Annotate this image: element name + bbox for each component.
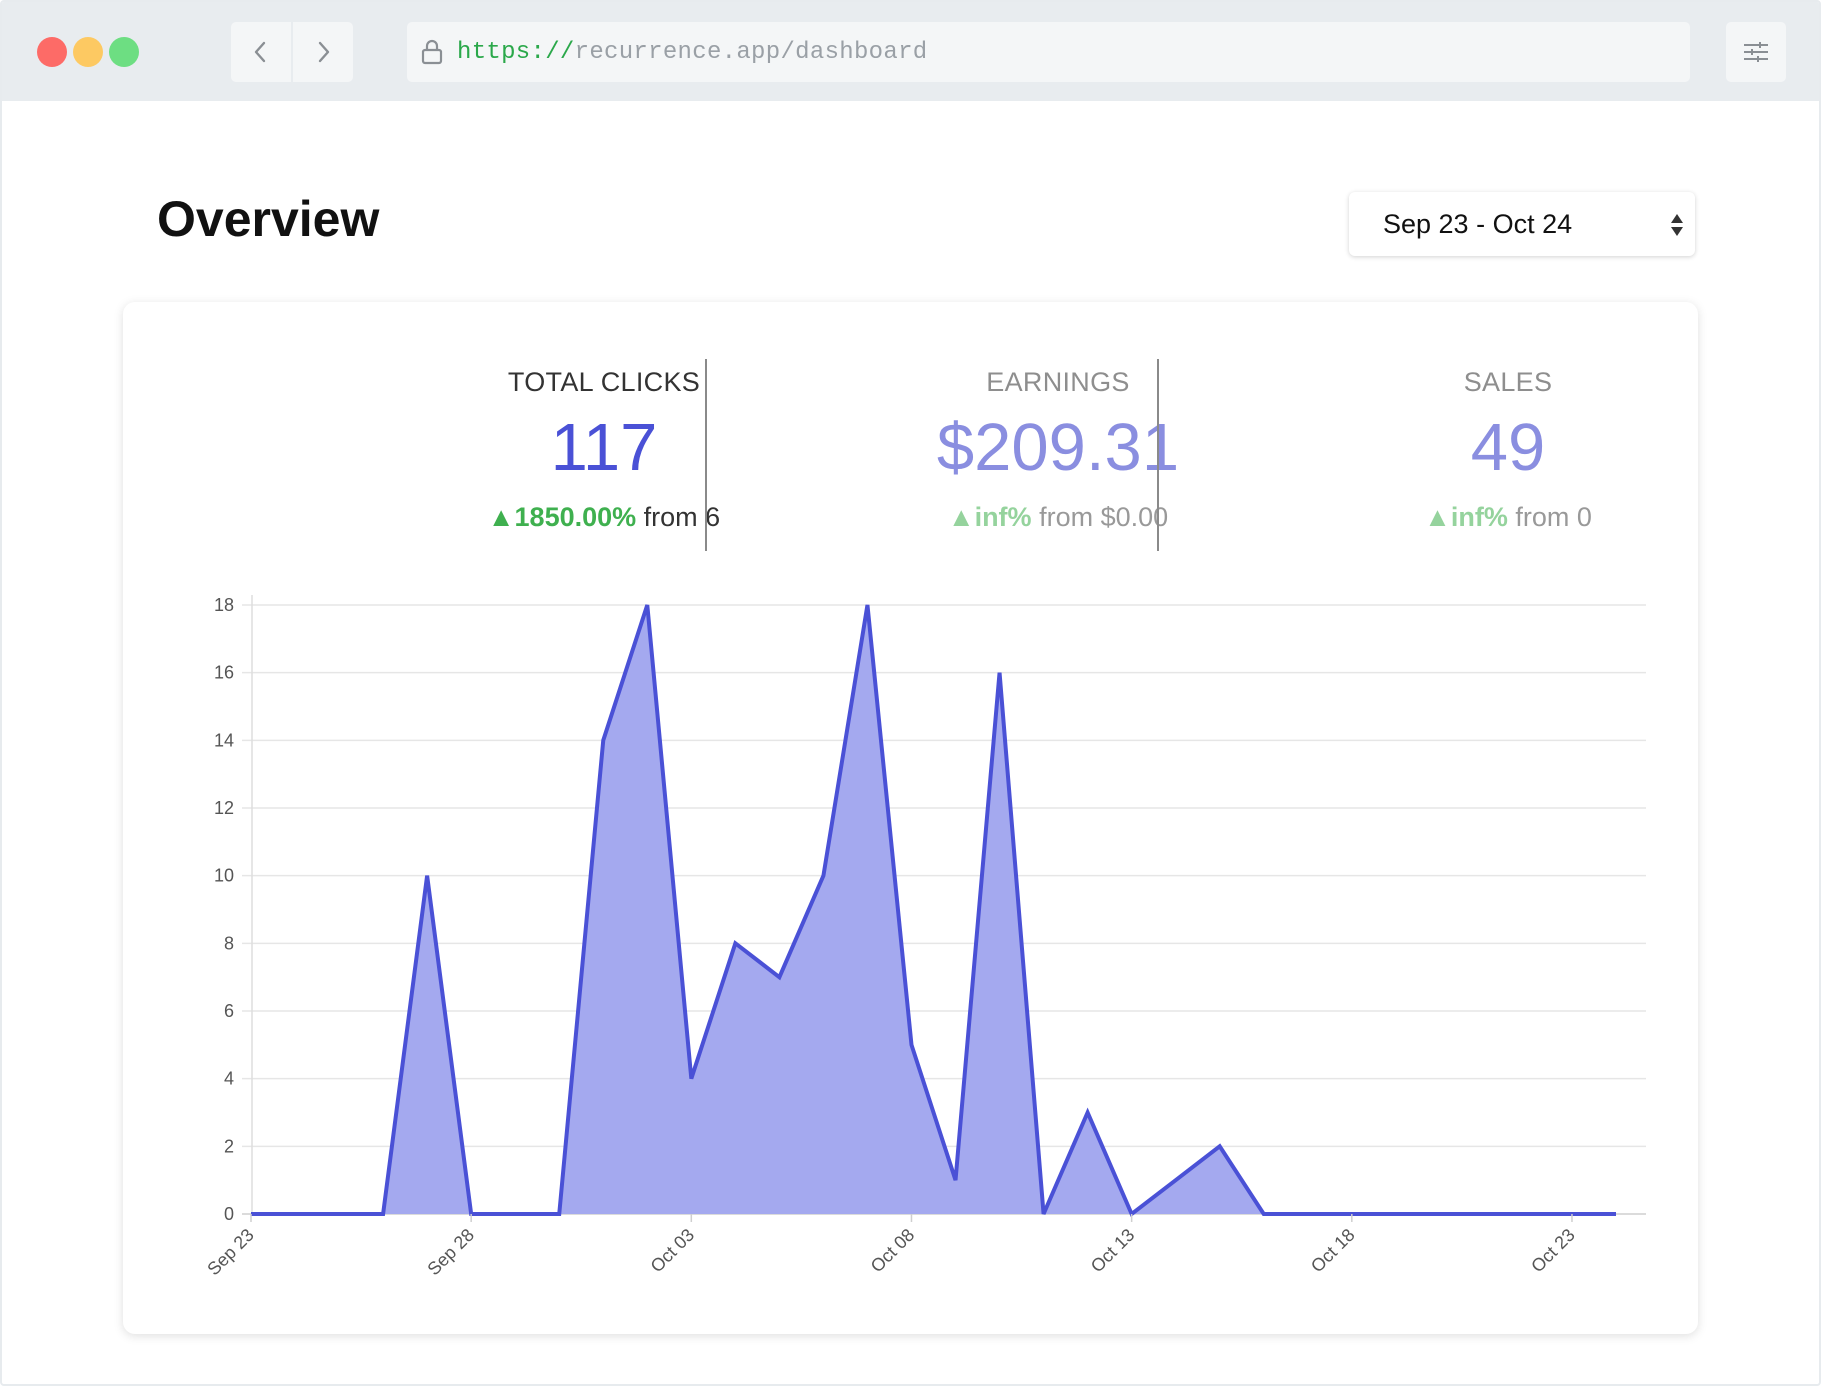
url-scheme: https://	[457, 38, 575, 66]
overview-card: TOTAL CLICKS 117 ▲1850.00% from 6 EARNIN…	[123, 302, 1698, 1334]
back-button[interactable]	[231, 22, 291, 82]
select-arrows-icon	[1671, 214, 1683, 236]
clicks-area-fill	[251, 605, 1616, 1214]
chevron-left-icon	[254, 41, 266, 63]
x-tick-label: Oct 03	[647, 1225, 699, 1277]
forward-button[interactable]	[293, 22, 353, 82]
chevron-right-icon	[318, 41, 330, 63]
y-tick-label: 0	[224, 1204, 234, 1224]
x-tick-label: Sep 23	[203, 1225, 257, 1279]
page-title: Overview	[157, 191, 380, 247]
clicks-area-chart: 0 2 4 6 8 10 12 14 16 18 Sep 23 Sep 28 Oct 03 Oct 08 O…	[203, 595, 1646, 1279]
x-tick-label: Oct 13	[1087, 1225, 1139, 1277]
lock-icon	[419, 39, 445, 65]
y-tick-label: 2	[224, 1136, 234, 1156]
sliders-icon	[1744, 42, 1768, 62]
url-path: recurrence.app/dashboard	[574, 38, 928, 66]
minimize-window-button[interactable]	[73, 37, 103, 67]
x-tick-label: Oct 23	[1527, 1225, 1579, 1277]
x-tick-label: Oct 18	[1307, 1225, 1359, 1277]
url-text: https://recurrence.app/dashboard	[457, 39, 927, 66]
y-tick-label: 16	[214, 663, 234, 683]
date-range-value: Sep 23 - Oct 24	[1383, 208, 1573, 239]
y-tick-label: 18	[214, 595, 234, 615]
browser-window: https://recurrence.app/dashboard Overvie…	[0, 0, 1821, 1386]
x-tick-label: Sep 28	[423, 1225, 477, 1279]
y-tick-label: 12	[214, 798, 234, 818]
browser-settings-button[interactable]	[1726, 22, 1786, 82]
date-range-select[interactable]: Sep 23 - Oct 24	[1349, 192, 1695, 256]
y-tick-label: 8	[224, 933, 234, 953]
y-tick-label: 6	[224, 1001, 234, 1021]
y-tick-label: 14	[214, 730, 234, 750]
address-bar[interactable]: https://recurrence.app/dashboard	[407, 22, 1690, 82]
y-tick-label: 10	[214, 866, 234, 886]
maximize-window-button[interactable]	[109, 37, 139, 67]
close-window-button[interactable]	[37, 37, 67, 67]
browser-toolbar: https://recurrence.app/dashboard	[2, 2, 1819, 101]
x-tick-label: Oct 08	[867, 1225, 919, 1277]
y-tick-label: 4	[224, 1069, 234, 1089]
